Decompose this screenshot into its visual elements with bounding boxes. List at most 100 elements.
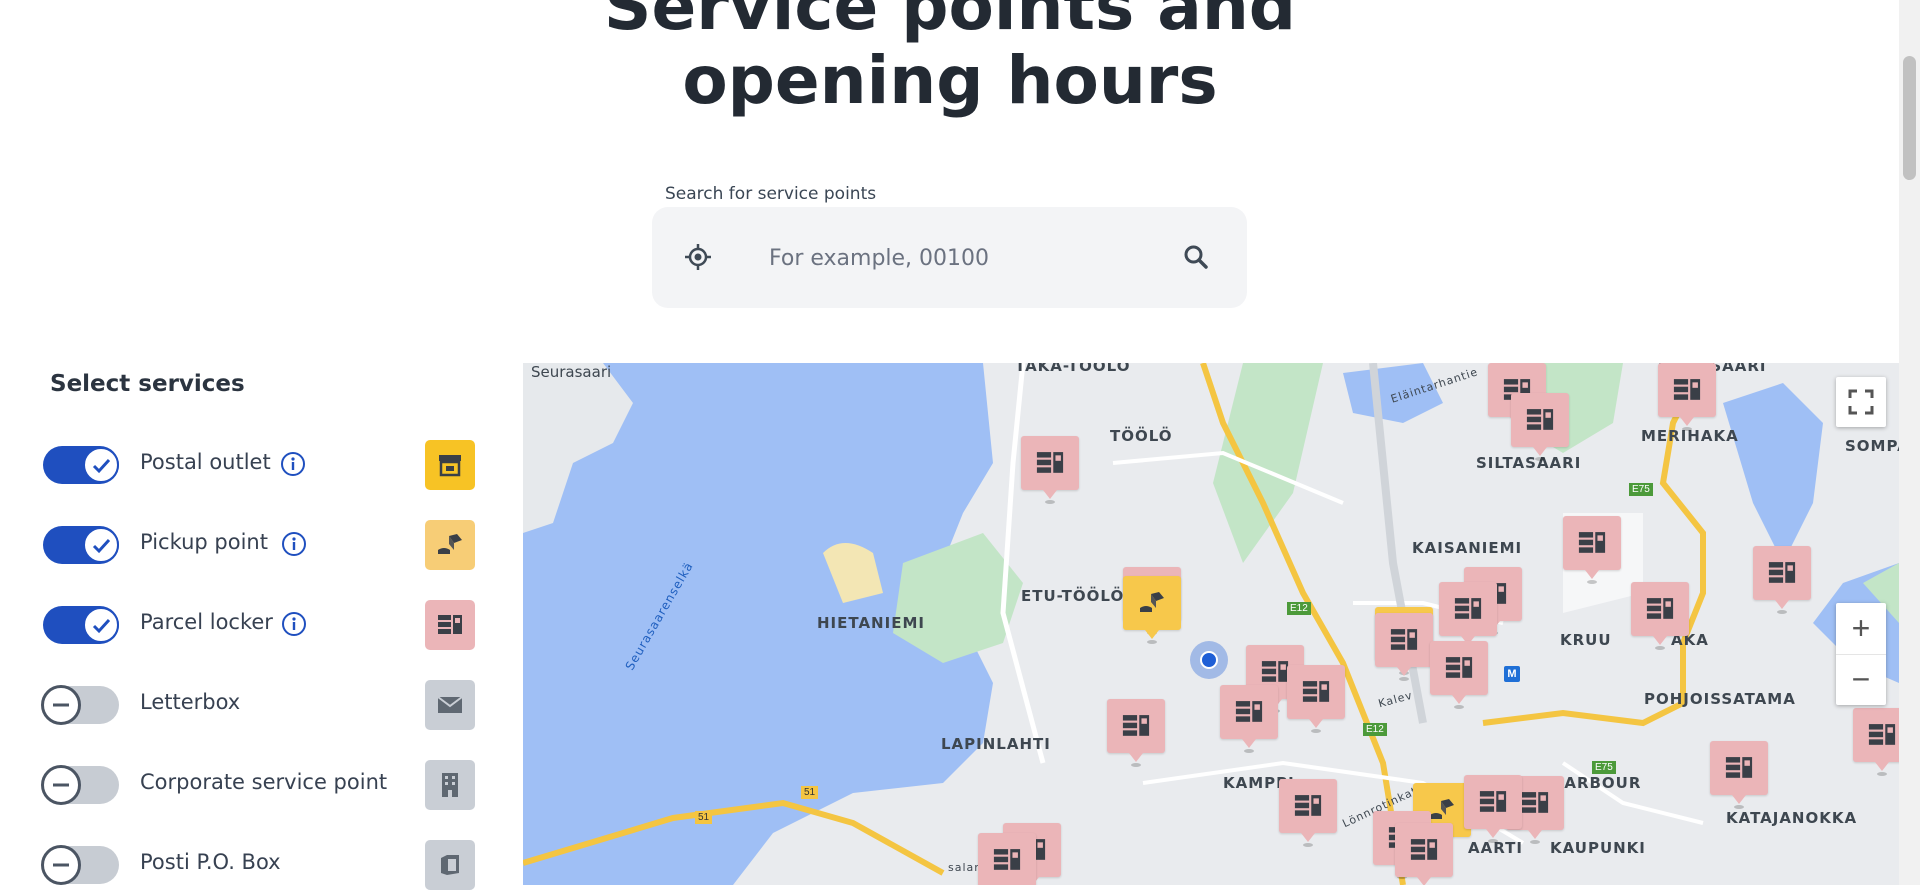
parcel-locker-marker[interactable] (1021, 436, 1079, 506)
marker-shadow (1877, 772, 1887, 776)
locate-me-icon[interactable] (684, 243, 712, 271)
marker-pin (1417, 877, 1431, 885)
pickup-point-marker[interactable] (1123, 576, 1181, 646)
parcel-locker-marker[interactable] (1430, 641, 1488, 711)
marker-body (1395, 823, 1453, 877)
map-label: LAPINLAHTI (941, 735, 1051, 753)
parcel-locker-marker[interactable] (1464, 775, 1522, 845)
map[interactable]: Seurasaari TAKA-TÖÖLÖ TÖÖLÖ HANASAARI ME… (523, 363, 1899, 885)
marker-pin (1397, 667, 1411, 676)
parcel-locker-marker[interactable] (1563, 516, 1621, 586)
marker-body (1107, 699, 1165, 753)
toggle-knob (83, 607, 119, 643)
postal-outlet-icon-tile (425, 440, 475, 490)
marker-pin (1732, 795, 1746, 804)
marker-shadow (1131, 763, 1141, 767)
po-box-icon-tile (425, 840, 475, 890)
toggle-knob (41, 845, 81, 885)
map-label: ETU-TÖÖLÖ (1021, 587, 1125, 605)
marker-shadow (1655, 646, 1665, 650)
marker-pin (1043, 490, 1057, 499)
po-box-icon (441, 855, 459, 875)
parcel-locker-marker[interactable] (1658, 363, 1716, 433)
marker-pin (1486, 829, 1500, 838)
marker-shadow (1530, 840, 1540, 844)
parcel-locker-toggle[interactable] (43, 606, 119, 644)
marker-body (1753, 546, 1811, 600)
marker-pin (1653, 636, 1667, 645)
parcel-locker-marker[interactable] (1375, 613, 1433, 683)
minus-icon (53, 703, 69, 707)
fullscreen-button[interactable] (1836, 377, 1886, 427)
parcel-locker-marker[interactable] (978, 833, 1036, 885)
map-label: POHJOISSATAMA (1644, 690, 1796, 708)
marker-shadow (1454, 705, 1464, 709)
marker-shadow (1777, 610, 1787, 614)
marker-shadow (1311, 729, 1321, 733)
parcel-locker-marker[interactable] (1511, 393, 1569, 463)
marker-body (1464, 775, 1522, 829)
service-row-pickup-point: Pickup point (40, 516, 480, 576)
parcel-locker-marker[interactable] (1287, 665, 1345, 735)
marker-pin (1528, 830, 1542, 839)
map-label: KAISANIEMI (1412, 539, 1523, 557)
toggle-knob (41, 685, 81, 725)
parcel-handover-icon (438, 534, 462, 554)
zoom-in-button[interactable]: + (1836, 603, 1886, 655)
marker-body (1430, 641, 1488, 695)
user-location-marker (1190, 641, 1228, 679)
zoom-out-button[interactable]: − (1836, 655, 1886, 706)
info-icon[interactable] (281, 611, 307, 637)
marker-pin (1145, 630, 1159, 639)
search-label: Search for service points (665, 184, 877, 204)
map-label: TAKA-TÖÖLÖ (1015, 363, 1131, 375)
map-label: KATAJANOKKA (1726, 809, 1858, 827)
marker-pin (1775, 600, 1789, 609)
marker-shadow (1303, 843, 1313, 847)
corporate-service-point-toggle[interactable] (41, 765, 119, 805)
parcel-locker-marker[interactable] (1853, 708, 1899, 778)
posti-po-box-toggle[interactable] (41, 845, 119, 885)
marker-pin (1301, 833, 1315, 842)
parcel-locker-marker[interactable] (1395, 823, 1453, 885)
parcel-locker-marker[interactable] (1710, 741, 1768, 811)
search-icon[interactable] (1182, 243, 1210, 271)
toggle-knob (41, 765, 81, 805)
letterbox-toggle[interactable] (41, 685, 119, 725)
scrollbar-thumb[interactable] (1903, 56, 1916, 180)
marker-body (1375, 613, 1433, 667)
marker-body (1658, 363, 1716, 417)
mail-icon (437, 696, 463, 713)
parcel-locker-label: Parcel locker (140, 610, 273, 634)
toggle-knob (83, 527, 119, 563)
pickup-point-toggle[interactable] (43, 526, 119, 564)
info-icon[interactable] (281, 531, 307, 557)
page-scrollbar[interactable] (1899, 0, 1920, 885)
fullscreen-icon (1848, 389, 1874, 415)
pickup-point-icon-tile (425, 520, 475, 570)
marker-shadow (1399, 677, 1409, 681)
page-title-line-1: Service points and (603, 0, 1297, 45)
zoom-controls: + − (1836, 603, 1886, 705)
marker-pin (1533, 447, 1547, 456)
marker-body (1710, 741, 1768, 795)
marker-pin (1309, 719, 1323, 728)
check-icon (92, 538, 111, 554)
service-row-parcel-locker: Parcel locker (40, 596, 480, 656)
minus-icon (53, 783, 69, 787)
search-input[interactable] (767, 237, 1151, 279)
parcel-locker-marker[interactable] (1631, 582, 1689, 652)
parcel-locker-marker[interactable] (1107, 699, 1165, 769)
postal-outlet-toggle[interactable] (43, 446, 119, 484)
parcel-locker-marker[interactable] (1753, 546, 1811, 616)
check-icon (92, 458, 111, 474)
marker-pin (1680, 417, 1694, 426)
info-icon[interactable] (280, 451, 306, 477)
parcel-locker-marker[interactable] (1220, 685, 1278, 755)
parcel-locker-marker[interactable] (1279, 779, 1337, 849)
marker-body (978, 833, 1036, 885)
marker-body (1123, 576, 1181, 630)
road-shield: 51 (695, 811, 713, 824)
road-shield: E12 (1363, 723, 1387, 736)
service-row-po-box: Posti P.O. Box (40, 836, 480, 896)
